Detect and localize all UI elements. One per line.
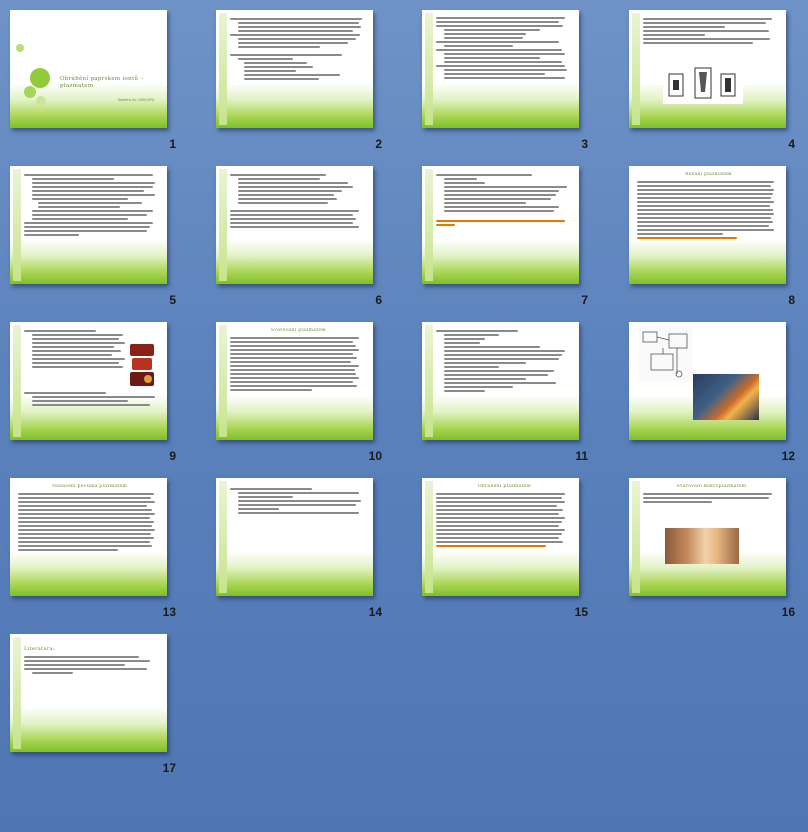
slide-title: Obrábění plazmatem (477, 484, 532, 489)
slide-number: 9 (169, 449, 176, 463)
slide-title: Svařování plazmatem (271, 328, 326, 333)
slide-16-preview[interactable]: Svařování mikroplazmatem (629, 478, 786, 596)
slide-thumbnail[interactable]: Řezání plazmatem 8 (629, 166, 799, 316)
tool-image (128, 342, 156, 390)
slide-title: Nanášení povlaků plazmatem (51, 484, 128, 489)
diagram-image (639, 328, 693, 382)
slide-3-preview[interactable] (422, 10, 579, 128)
decor-circle-icon (16, 44, 24, 52)
slide-number: 16 (781, 605, 795, 619)
slide-title: Obrábění paprskem iontů – plazmatem (60, 76, 144, 89)
slide-thumbnail[interactable]: 11 (422, 322, 592, 472)
slide-thumbnail[interactable]: 5 (10, 166, 180, 316)
slide-thumbnail[interactable]: Obrábění paprskem iontů – plazmatem Kate… (10, 10, 180, 160)
slide-number: 2 (375, 137, 382, 151)
slide-number: 1 (169, 137, 176, 151)
slide-number: 8 (788, 293, 795, 307)
slide-thumbnail[interactable]: Nanášení povlaků plazmatem 13 (10, 478, 180, 628)
slide-6-preview[interactable] (216, 166, 373, 284)
diagram-image (663, 64, 743, 104)
slide-thumbnail[interactable]: 6 (216, 166, 386, 316)
slide-thumbnail[interactable]: 12 (629, 322, 799, 472)
slide-thumbnail[interactable]: 9 (10, 322, 180, 472)
slide-thumbnail[interactable]: 2 (216, 10, 386, 160)
slide-thumbnail[interactable]: 4 (629, 10, 799, 160)
slide-4-preview[interactable] (629, 10, 786, 128)
slide-number: 12 (781, 449, 795, 463)
slide-9-preview[interactable] (10, 322, 167, 440)
slide-5-preview[interactable] (10, 166, 167, 284)
slide-1-preview[interactable]: Obrábění paprskem iontů – plazmatem Kate… (10, 10, 167, 128)
slide-number: 6 (375, 293, 382, 307)
decor-circle-icon (30, 68, 50, 88)
slide-thumbnail[interactable]: 14 (216, 478, 386, 628)
slide-number: 13 (162, 605, 176, 619)
slide-number: 7 (581, 293, 588, 307)
slide-number: 11 (575, 449, 588, 463)
slide-15-preview[interactable]: Obrábění plazmatem (422, 478, 579, 596)
slide-thumbnail[interactable]: Svařování plazmatem 10 (216, 322, 386, 472)
slide-11-preview[interactable] (422, 322, 579, 440)
slide-thumbnail[interactable]: Svařování mikroplazmatem 16 (629, 478, 799, 628)
slide-13-preview[interactable]: Nanášení povlaků plazmatem (10, 478, 167, 596)
slide-thumbnail[interactable]: Obrábění plazmatem 15 (422, 478, 592, 628)
slide-7-preview[interactable] (422, 166, 579, 284)
slide-title: Svařování mikroplazmatem (676, 484, 747, 489)
slide-subtitle: Kateřina Bc. DOKOUPIL (118, 98, 155, 102)
slide-number: 3 (581, 137, 588, 151)
slide-2-preview[interactable] (216, 10, 373, 128)
slide-number: 4 (788, 137, 795, 151)
slide-thumbnail[interactable]: 3 (422, 10, 592, 160)
decor-circle-icon (36, 96, 46, 106)
slide-sorter: Obrábění paprskem iontů – plazmatem Kate… (0, 0, 808, 832)
microplasma-photo-image (665, 528, 739, 564)
slide-number: 14 (368, 605, 382, 619)
slide-title: Literatura: (24, 646, 55, 652)
decor-circle-icon (24, 86, 36, 98)
slide-number: 15 (574, 605, 588, 619)
slide-number: 5 (169, 293, 176, 307)
slide-14-preview[interactable] (216, 478, 373, 596)
slide-number: 17 (162, 761, 176, 775)
slide-number: 10 (368, 449, 382, 463)
slide-thumbnail[interactable]: Literatura: 17 (10, 634, 180, 784)
slide-8-preview[interactable]: Řezání plazmatem (629, 166, 786, 284)
slide-10-preview[interactable]: Svařování plazmatem (216, 322, 373, 440)
slide-12-preview[interactable] (629, 322, 786, 440)
slide-thumbnail[interactable]: 7 (422, 166, 592, 316)
welding-photo-image (693, 374, 759, 420)
slide-17-preview[interactable]: Literatura: (10, 634, 167, 752)
slide-title: Řezání plazmatem (685, 172, 732, 177)
